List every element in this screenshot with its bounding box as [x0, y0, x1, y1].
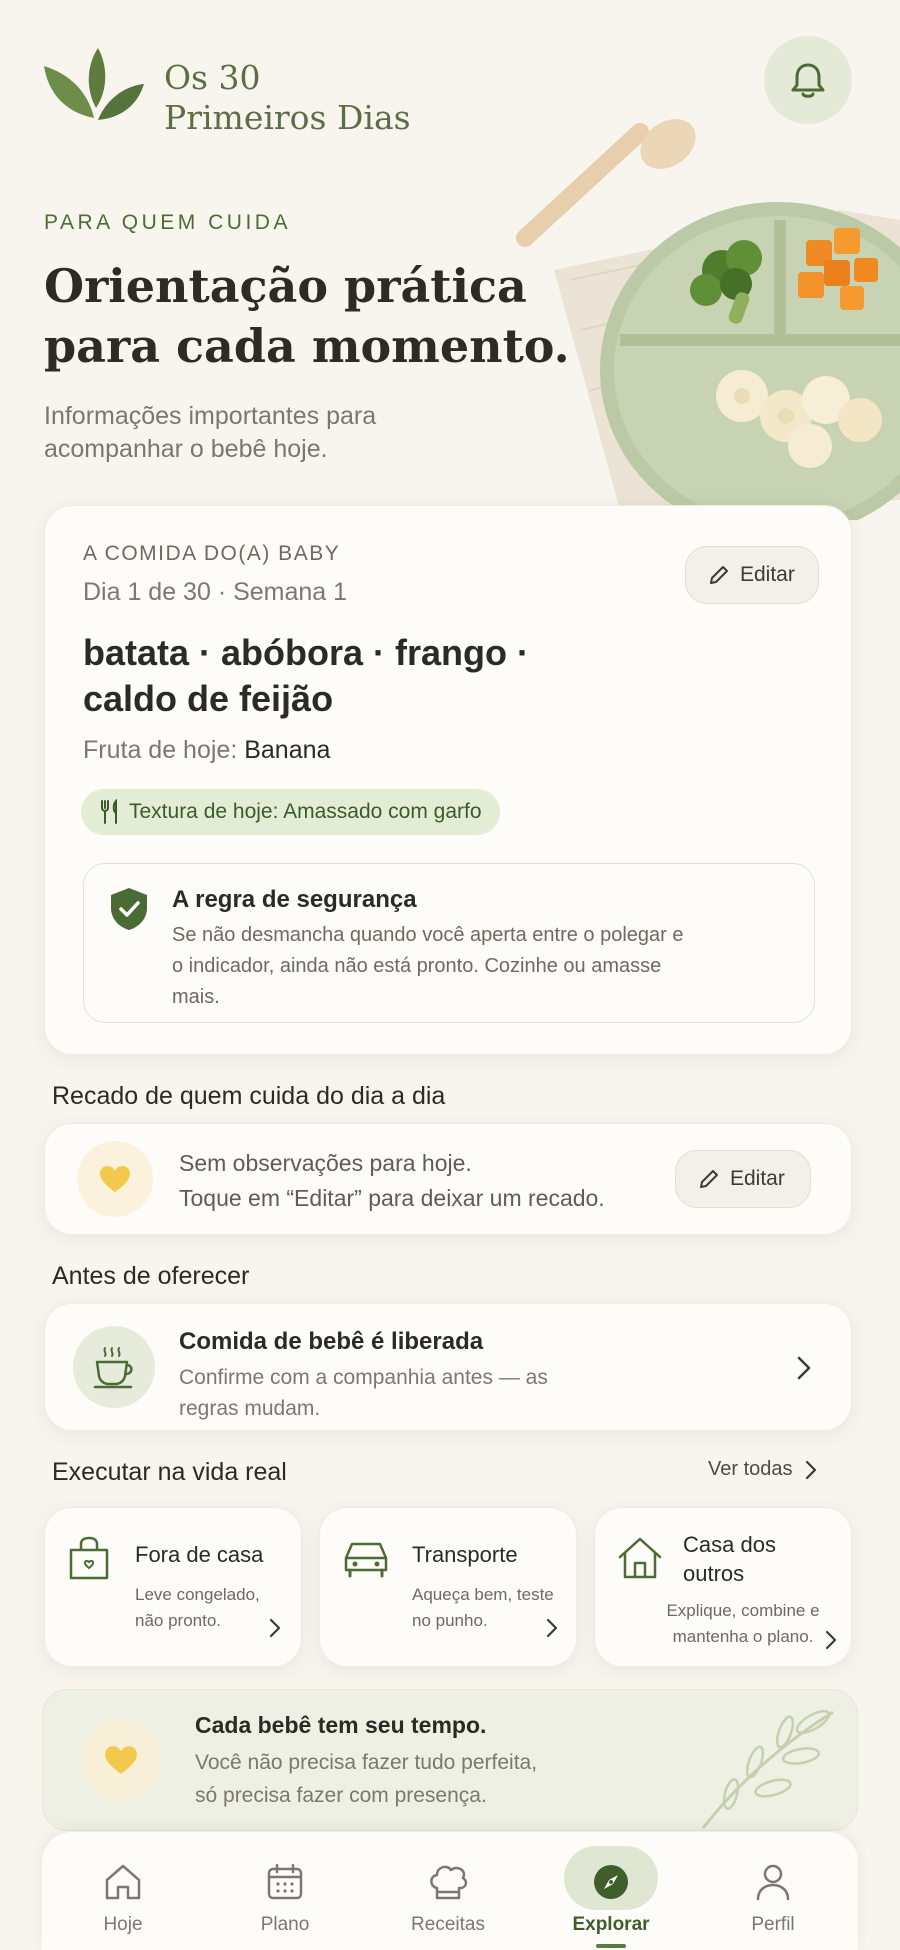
quote-line-2: só precisa fazer com presença. [195, 1784, 487, 1807]
nav-label: Receitas [411, 1914, 485, 1935]
nav-label: Hoje [103, 1914, 143, 1935]
fruit-value: Banana [244, 736, 331, 764]
brand-name: Os 30 Primeiros Dias [164, 58, 411, 138]
menu-line-2: caldo de feijão [83, 678, 334, 719]
real-life-section-title: Executar na vida real [52, 1458, 287, 1486]
hero-subtitle: Informações importantes para acompanhar … [44, 402, 377, 463]
chevron-right-icon [269, 1618, 281, 1638]
menu-line-1: batata · abóbora · frango · [83, 632, 530, 673]
tile-title: Transporte [412, 1542, 518, 1567]
food-card-label: A COMIDA DO(A) BABY [83, 542, 341, 565]
fork-knife-icon [101, 799, 117, 824]
quote-text: Você não precisa fazer tudo perfeita, só… [195, 1746, 537, 1812]
menu-items: batata · abóbora · frango · caldo de fei… [83, 630, 603, 722]
nav-active-indicator [596, 1944, 626, 1948]
home-icon [105, 1864, 141, 1900]
bottom-navigation: Hoje Plano Receitas Explorar Perfil [42, 1832, 858, 1950]
note-line-1: Sem observações para hoje. [179, 1150, 472, 1176]
edit-note-label: Editar [730, 1167, 785, 1190]
see-all-link[interactable]: Ver todas [708, 1458, 817, 1481]
encouragement-card: Cada bebê tem seu tempo. Você não precis… [42, 1689, 858, 1831]
nav-item-receitas[interactable]: Receitas [373, 1832, 523, 1950]
house-icon [618, 1537, 662, 1579]
bell-icon [791, 63, 825, 98]
nav-label: Perfil [751, 1914, 795, 1935]
nav-item-explorar[interactable]: Explorar [536, 1832, 686, 1950]
note-text: Sem observações para hoje. Toque em “Edi… [179, 1146, 605, 1216]
tile-outside-home[interactable]: Fora de casa Leve congelado, não pronto. [44, 1507, 302, 1667]
edit-note-button[interactable]: Editar [675, 1150, 811, 1208]
heart-badge [77, 1141, 153, 1217]
hero-eyebrow: PARA QUEM CUIDA [44, 211, 291, 234]
pencil-icon [710, 566, 728, 584]
brand-line-1: Os 30 [164, 58, 261, 97]
daily-food-card: A COMIDA DO(A) BABY Dia 1 de 30 · Semana… [44, 505, 852, 1055]
nav-label: Plano [260, 1914, 310, 1935]
hero-title-line-1: Orientação prática [44, 259, 527, 313]
chevron-right-icon [797, 1356, 811, 1380]
car-icon [344, 1542, 388, 1578]
user-icon [756, 1864, 790, 1901]
texture-text: Textura de hoje: Amassado com garfo [129, 800, 482, 823]
brand-logo-icon [44, 48, 144, 120]
offer-section-title: Antes de oferecer [52, 1262, 250, 1290]
caregiver-note-card: Sem observações para hoje. Toque em “Edi… [44, 1123, 852, 1235]
quote-line-1: Você não precisa fazer tudo perfeita, [195, 1751, 538, 1774]
brand-line-2: Primeiros Dias [164, 98, 411, 137]
quote-title: Cada bebê tem seu tempo. [195, 1712, 487, 1738]
hot-cup-icon [93, 1347, 133, 1389]
edit-food-button[interactable]: Editar [685, 546, 819, 604]
safety-text: Se não desmancha quando você aperta entr… [172, 924, 684, 1008]
tile-others-home[interactable]: Casa dos outros Explique, combine e mant… [594, 1507, 852, 1667]
cup-badge [73, 1326, 155, 1408]
hero-title-line-2: para cada momento. [44, 319, 570, 373]
heart-icon [105, 1746, 137, 1774]
tile-subtitle: Aqueça bem, teste no punho. [412, 1585, 554, 1630]
chevron-right-icon [546, 1618, 558, 1638]
chevron-right-icon [805, 1460, 816, 1479]
note-section-title: Recado de quem cuida do dia a dia [52, 1082, 446, 1110]
see-all-label: Ver todas [708, 1458, 793, 1480]
chef-hat-icon [430, 1865, 468, 1900]
chevron-right-icon [825, 1630, 837, 1650]
calendar-icon [267, 1863, 303, 1900]
tile-title: Casa dos outros [683, 1532, 776, 1586]
compass-icon [594, 1865, 628, 1899]
fruit-label: Fruta de hoje: [83, 736, 238, 764]
nav-item-hoje[interactable]: Hoje [48, 1832, 198, 1950]
offer-title: Comida de bebê é liberada [179, 1328, 484, 1355]
nav-item-plano[interactable]: Plano [210, 1832, 360, 1950]
fruit-of-day: Fruta de hoje: Banana [83, 736, 330, 765]
travel-food-card[interactable]: Comida de bebê é liberada Confirme com a… [44, 1303, 852, 1431]
safety-rule-box: A regra de segurança Se não desmancha qu… [83, 863, 815, 1023]
nav-label: Explorar [572, 1914, 650, 1935]
shield-check-icon [111, 888, 147, 930]
leaf-branch-icon [701, 1709, 834, 1829]
bag-icon [69, 1536, 109, 1580]
offer-subtitle: Confirme com a companhia antes — as regr… [179, 1366, 548, 1420]
tile-title: Fora de casa [135, 1542, 264, 1567]
texture-badge: Textura de hoje: Amassado com garfo [81, 789, 500, 835]
tile-subtitle: Leve congelado, não pronto. [135, 1585, 260, 1630]
hero-title: Orientação prática para cada momento. [44, 256, 604, 376]
heart-badge [81, 1720, 161, 1800]
safety-title: A regra de segurança [172, 886, 417, 913]
nav-item-perfil[interactable]: Perfil [698, 1832, 848, 1950]
pencil-icon [700, 1170, 718, 1188]
tile-transport[interactable]: Transporte Aqueça bem, teste no punho. [319, 1507, 577, 1667]
note-line-2: Toque em “Editar” para deixar um recado. [179, 1185, 605, 1211]
day-indicator: Dia 1 de 30 · Semana 1 [83, 578, 348, 606]
heart-icon [100, 1166, 130, 1192]
edit-food-label: Editar [740, 563, 795, 586]
tile-subtitle: Explique, combine e mantenha o plano. [666, 1601, 820, 1646]
